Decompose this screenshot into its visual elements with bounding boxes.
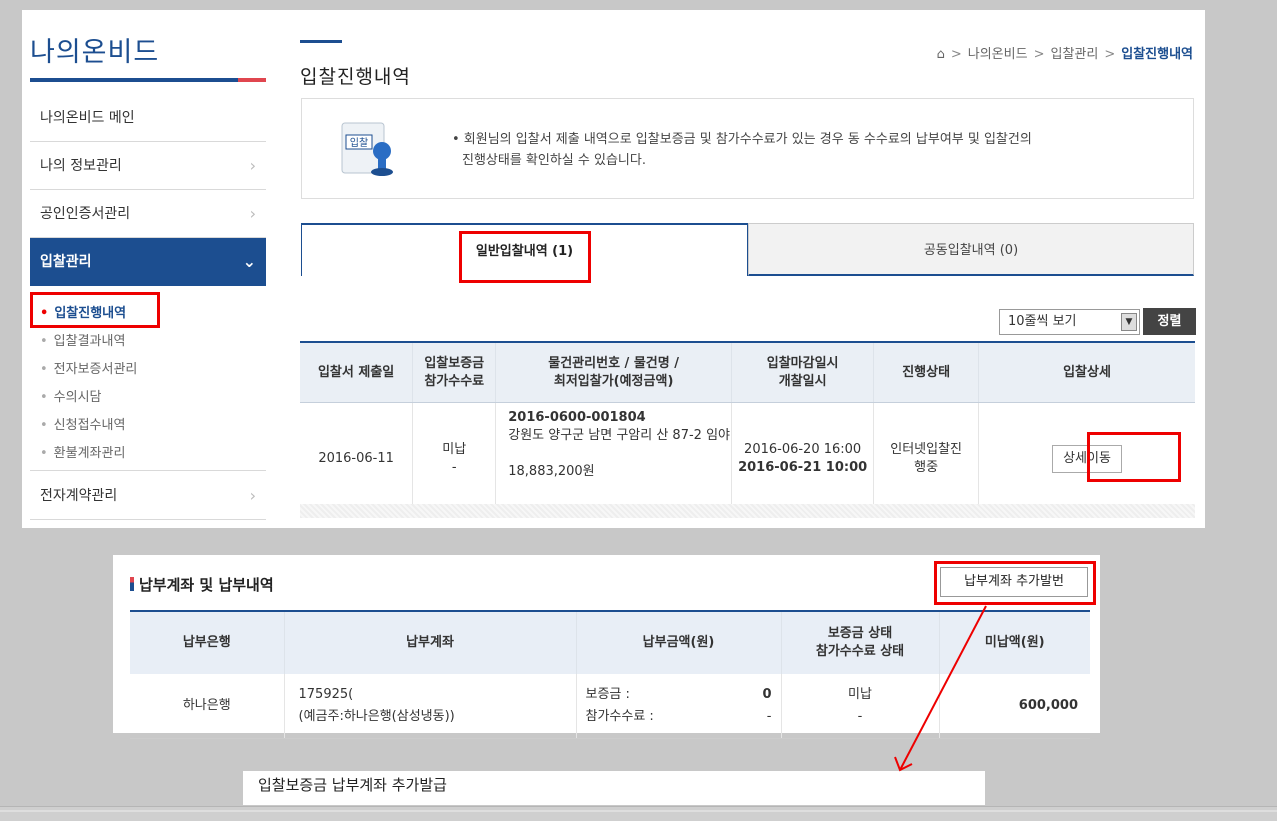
annotation-arrow-icon (894, 605, 987, 772)
